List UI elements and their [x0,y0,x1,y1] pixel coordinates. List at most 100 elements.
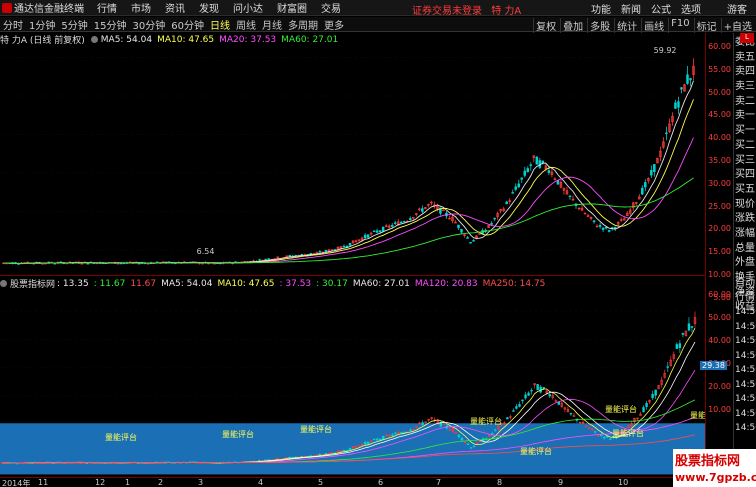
candle-body [288,255,292,257]
order-panel-item: 卖三 [735,81,755,93]
date-axis-label: 9 [558,478,564,487]
date-axis: 2014年 11 12 1 2 3 4 5 6 7 8 9 10 [0,477,705,487]
indicator-candle-body [363,441,367,445]
period-weekly[interactable]: 周线 [233,17,259,32]
app-title: 通达信金融终端 [14,4,84,15]
indicator-side-item[interactable]: 自动 [734,277,756,291]
candle-body [677,101,680,108]
period-monthly[interactable]: 月线 [259,17,285,32]
menu-formula[interactable]: 公式 [646,1,676,16]
menu-news-right[interactable]: 新闻 [616,1,646,16]
main-chart-header: 特 力A (日线 前复权) MA5: 54.04 MA10: 47.65 MA2… [0,33,705,47]
date-axis-label: 6 [378,478,384,487]
stats-button[interactable]: 统计 [614,18,639,33]
adjust-button[interactable]: 复权 [533,18,558,33]
indicator-side-item[interactable]: 行情 [734,291,756,305]
ma5-line [3,80,694,264]
overlay-button[interactable]: 叠加 [560,18,585,33]
candle-body [381,226,385,232]
indicator-candle-body [506,417,509,420]
right-menu: 功能 新闻 公式 选项 游客 [586,1,752,16]
price-axis-label: 45.00 [708,110,731,120]
menu-discover[interactable]: 发现 [192,0,226,15]
menu-guest[interactable]: 游客 [722,1,752,16]
date-axis-label: 1 [125,478,131,487]
indicator-candle-body [603,436,606,439]
indicator-chart[interactable]: 量能评台量能评台量能评台量能评台量能评台量能评台量能评台量能评台 [0,290,705,477]
menu-markets[interactable]: 市场 [124,0,158,15]
candle-body [650,170,653,176]
candle-body [674,102,677,109]
signal-label: 量能评台 [690,410,705,420]
candle-body [641,187,644,195]
indicator-time-label: 14:50 [735,408,756,419]
indicator-time-label: 14:50 [735,321,756,332]
order-panel-item: 卖四 [735,66,755,78]
price-axis-label: 15.00 [708,247,731,257]
f10-button[interactable]: F10 [668,18,691,33]
date-axis-label: 10 [618,478,629,487]
candle-body [520,177,524,180]
candle-body [653,164,656,172]
candle-body [514,186,517,190]
period-1min[interactable]: 1分钟 [26,17,58,32]
candle-body [363,234,367,238]
signal-label: 量能评台 [612,428,644,438]
period-multi[interactable]: 多周期 [285,17,321,32]
indicator-side-panel: 自动行情 14:50 14:50 14:50 14:50 14:50 14:50 14:50 1… [733,277,756,477]
date-axis-label: 5 [318,478,324,487]
indicator-candle-body [466,443,470,446]
multi-stock-button[interactable]: 多股 [587,18,612,33]
period-15min[interactable]: 15分钟 [91,17,130,32]
period-daily[interactable]: 日线 [207,17,233,32]
indicator-candle-body [524,394,527,399]
indicator-candle-body [606,436,609,438]
ma60-value: MA60: 27.01 [281,34,339,45]
indicator-candle-body [382,436,385,440]
period-intraday[interactable]: 分时 [0,17,26,32]
login-status[interactable]: 证券交易未登录 特 力A [412,2,521,17]
ind-value-4: MA5: 54.04 [161,278,213,289]
indicator-dot-icon[interactable] [0,280,7,287]
indicator-candle-body [348,447,352,451]
candle-body [399,221,403,224]
indicator-candle-body [593,431,597,433]
add-watchlist-button[interactable]: +自选 [720,18,754,33]
period-30min[interactable]: 30分钟 [129,17,168,32]
menu-trade[interactable]: 交易 [314,0,348,15]
chart-tools: 复权 叠加 多股 统计 画线 F10 标记 +自选 [531,18,754,33]
date-axis-label: 12 [95,478,106,487]
menu-ask[interactable]: 问小达 [226,0,270,15]
indicator-candle-body [394,432,397,435]
indicator-candle-body [491,433,494,435]
mark-button[interactable]: 标记 [693,18,719,33]
indicator-candle-body [258,459,261,462]
period-more[interactable]: 更多 [321,17,347,32]
menu-news[interactable]: 资讯 [158,0,192,15]
candle-body [267,258,270,261]
settings-dot-icon[interactable] [90,36,98,43]
menu-function[interactable]: 功能 [586,1,616,16]
price-axis-label: 40.00 [708,133,731,143]
indicator-candle-body [536,384,539,391]
price-axis-label: 55.00 [708,64,731,74]
menu-market[interactable]: 行情 [90,0,124,15]
candle-body [460,229,463,233]
date-axis-label: 8 [497,478,503,487]
indicator-candle-body [651,394,654,399]
menu-options[interactable]: 选项 [676,1,706,16]
period-60min[interactable]: 60分钟 [168,17,207,32]
candlestick-chart[interactable]: 59.92 6.54 [0,46,705,276]
candle-body [390,224,394,227]
price-axis-label: 30.00 [708,178,731,188]
draw-button[interactable]: 画线 [641,18,666,33]
indicator-candle-body [642,407,645,413]
date-axis-label: 4 [258,478,264,487]
period-5min[interactable]: 5分钟 [58,17,90,32]
price-axis-label: 35.00 [708,156,731,165]
ind-value-3: 11.67 [130,278,157,289]
indicator-candle-body [403,431,406,434]
menu-wealth[interactable]: 财富圈 [270,0,314,15]
order-panel-item: 外盘 [735,257,755,269]
order-panel-item: 买二 [735,139,755,151]
